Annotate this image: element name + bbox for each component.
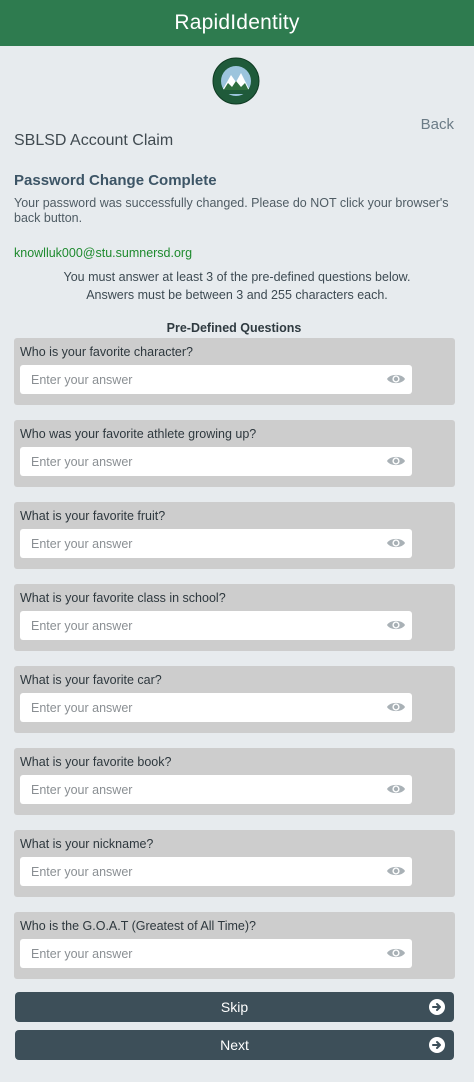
app-header: RapidIdentity: [0, 0, 474, 46]
question-label: What is your nickname?: [20, 837, 154, 851]
instruction-line: Answers must be between 3 and 255 charac…: [86, 288, 388, 302]
answer-input[interactable]: [20, 693, 412, 722]
question-label: What is your favorite book?: [20, 755, 172, 769]
question-label: Who was your favorite athlete growing up…: [20, 427, 257, 441]
question-label: Who is your favorite character?: [20, 345, 193, 359]
user-email: knowlluk000@stu.sumnersd.org: [14, 246, 193, 260]
answer-input[interactable]: [20, 857, 412, 886]
page-title: SBLSD Account Claim: [14, 132, 174, 149]
answer-input[interactable]: [20, 611, 412, 640]
eye-icon[interactable]: [386, 782, 406, 796]
eye-icon[interactable]: [386, 864, 406, 878]
question-label: What is your favorite fruit?: [20, 509, 166, 523]
question-block: Who was your favorite athlete growing up…: [14, 420, 455, 487]
skip-button[interactable]: Skip: [15, 992, 454, 1022]
arrow-right-circle-icon: [429, 999, 445, 1015]
answer-input[interactable]: [20, 447, 412, 476]
question-label: What is your favorite car?: [20, 673, 162, 687]
next-button-label: Next: [220, 1037, 249, 1053]
eye-icon[interactable]: [386, 618, 406, 632]
answer-input[interactable]: [20, 365, 412, 394]
arrow-right-circle-icon: [429, 1037, 445, 1053]
question-block: What is your nickname?: [14, 830, 455, 897]
instructions: You must answer at least 3 of the pre-de…: [0, 268, 474, 304]
answer-input[interactable]: [20, 939, 412, 968]
district-logo: [210, 57, 264, 105]
question-block: Who is the G.O.A.T (Greatest of All Time…: [14, 912, 455, 979]
question-label: Who is the G.O.A.T (Greatest of All Time…: [20, 919, 256, 933]
eye-icon[interactable]: [386, 536, 406, 550]
eye-icon[interactable]: [386, 454, 406, 468]
question-label: What is your favorite class in school?: [20, 591, 226, 605]
eye-icon[interactable]: [386, 700, 406, 714]
question-block: What is your favorite car?: [14, 666, 455, 733]
answer-input[interactable]: [20, 529, 412, 558]
eye-icon[interactable]: [386, 946, 406, 960]
question-block: Who is your favorite character?: [14, 338, 455, 405]
back-link[interactable]: Back: [421, 116, 454, 133]
question-block: What is your favorite book?: [14, 748, 455, 815]
status-heading: Password Change Complete: [14, 172, 217, 189]
answer-input[interactable]: [20, 775, 412, 804]
question-block: What is your favorite fruit?: [14, 502, 455, 569]
section-title: Pre-Defined Questions: [166, 321, 302, 335]
app-title: RapidIdentity: [174, 11, 300, 34]
question-block: What is your favorite class in school?: [14, 584, 455, 651]
status-message: Your password was successfully changed. …: [14, 196, 449, 225]
eye-icon[interactable]: [386, 372, 406, 386]
skip-button-label: Skip: [220, 999, 249, 1015]
instruction-line: You must answer at least 3 of the pre-de…: [63, 270, 411, 284]
next-button[interactable]: Next: [15, 1030, 454, 1060]
